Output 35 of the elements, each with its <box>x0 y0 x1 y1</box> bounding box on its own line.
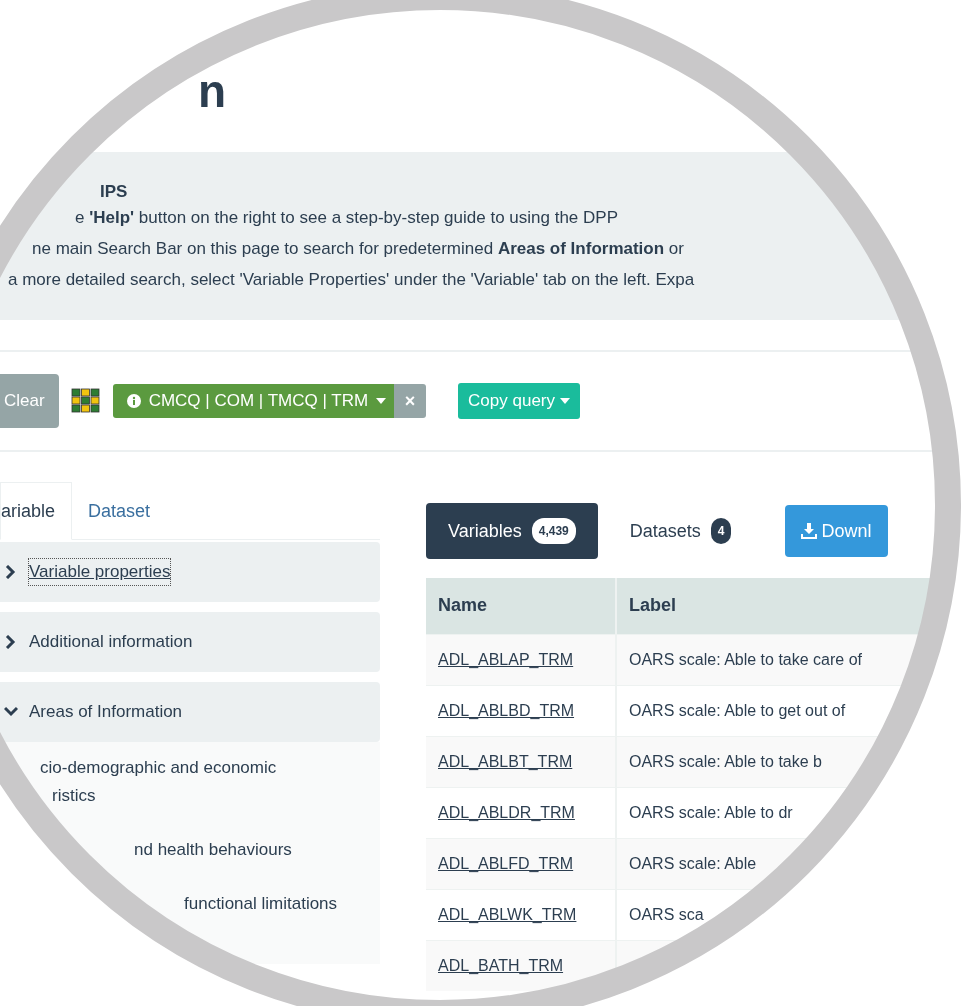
page-title: n <box>198 64 228 119</box>
accordion-header[interactable]: Additional information <box>0 612 380 672</box>
variable-link[interactable]: ADL_ABLWK_TRM <box>438 905 577 923</box>
area-item[interactable]: cio-demographic and economic ristics <box>40 754 277 810</box>
tip-text: a more detailed search, select 'Variable Properties' under the 'Variable' tab on the left. Expa <box>8 269 695 292</box>
table-cell: OARS scale: Able to get out of <box>629 701 846 719</box>
chevron-right-icon <box>4 635 18 649</box>
tip-text: e 'Help' button on the right to see a step-by-step guide to using the DPP <box>75 207 618 230</box>
chevron-down-icon <box>4 705 18 719</box>
table-cell: OARS scale: Able to dr <box>629 803 793 821</box>
tips-heading: IPS <box>100 182 129 203</box>
tab[interactable]: ariable <box>0 482 73 540</box>
download-icon <box>801 523 818 539</box>
column-header: Name <box>426 578 616 634</box>
variable-link[interactable]: ADL_ABLBD_TRM <box>438 701 575 719</box>
area-item[interactable]: functional limitations <box>184 890 338 918</box>
count-badge: 4,439 <box>531 518 576 544</box>
table-cell: OARS scale: Able to take b <box>629 752 822 770</box>
info-icon <box>126 394 141 408</box>
area-item[interactable]: nd health behaviours <box>134 836 292 864</box>
caret-icon <box>560 398 570 404</box>
count-badge: 4 <box>710 518 732 544</box>
accordion-header[interactable]: Areas of Information <box>0 682 380 742</box>
grid-icon[interactable] <box>70 388 101 414</box>
table-cell: OARS sca <box>629 905 704 923</box>
tab[interactable]: Dataset <box>72 482 167 540</box>
caret-icon <box>376 398 387 404</box>
chevron-right-icon <box>4 565 18 579</box>
variable-link[interactable]: ADL_ABLDR_TRM <box>438 803 575 821</box>
table-cell: OARS scale: Able <box>629 854 757 872</box>
accordion-header[interactable]: Variable properties <box>0 542 380 602</box>
table-cell: OARS scale: Able to take care of <box>629 650 862 668</box>
results-tab[interactable]: Datasets 4 <box>607 503 754 559</box>
tip-text: ne main Search Bar on this page to search for predetermined Areas of Information or <box>32 238 684 261</box>
results-tab[interactable]: Variables 4,439 <box>426 503 598 559</box>
